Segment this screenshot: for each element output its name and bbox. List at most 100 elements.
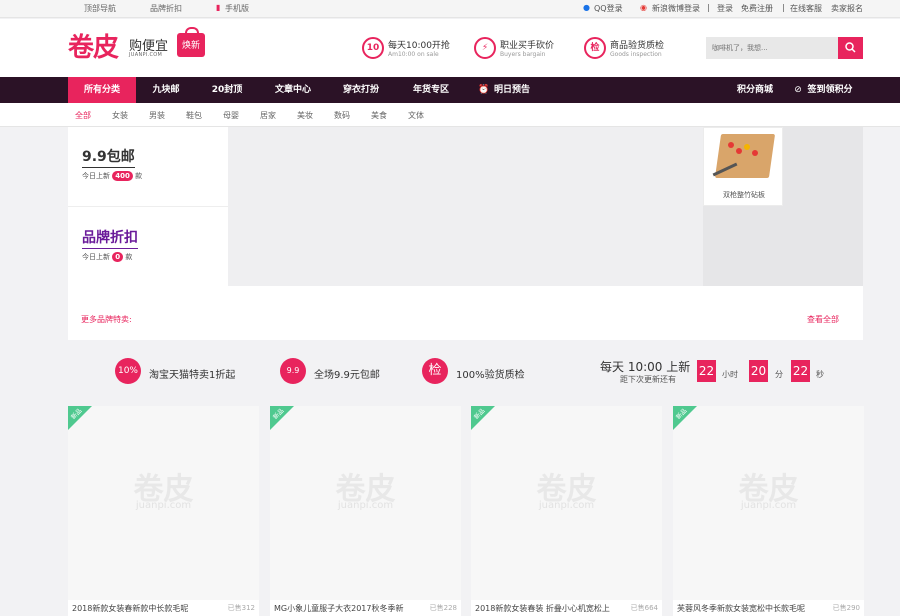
countdown-hours: 22 xyxy=(697,360,716,382)
brand-title: 品牌折扣 xyxy=(82,227,138,249)
inspection-icon: 检 xyxy=(422,358,448,384)
watermark-url: juanpi.com xyxy=(135,500,192,511)
brand-banner-area xyxy=(228,127,703,286)
subnav-item-shoes-bags[interactable]: 鞋包 xyxy=(186,110,202,121)
countdown-hours-unit: 小时 xyxy=(722,370,738,379)
nav-points-mall[interactable]: 积分商城 xyxy=(730,77,780,103)
top-bar: 顶部导航 品牌折扣 ▮ 手机版 ● QQ登录 ◉ 新浪微博登录 | 登录 免费注… xyxy=(0,0,900,18)
product-card[interactable]: 卷皮 juanpi.com 新品 芙蓉风冬季新款女装宽松中长款毛呢 已售290 xyxy=(673,406,864,616)
subnav-item-baby[interactable]: 母婴 xyxy=(223,110,239,121)
brand-side-panel xyxy=(783,127,863,286)
logo[interactable]: 卷皮 xyxy=(68,27,119,64)
lemon-shape xyxy=(744,144,750,150)
brand-title: 9.9包邮 xyxy=(82,146,135,168)
view-all-link[interactable]: 查看全部 xyxy=(807,314,839,325)
nav-cap-20[interactable]: 20封顶 xyxy=(200,77,254,103)
brand-more-row: 更多品牌特卖: 查看全部 xyxy=(68,286,863,340)
brand-block-discount[interactable]: 品牌折扣 今日上新 0 款 xyxy=(68,206,228,286)
nav-articles[interactable]: 文章中心 xyxy=(262,77,324,103)
countdown-subtitle: 距下次更新还有 xyxy=(620,375,676,384)
brand-product-item[interactable]: 双枪整竹砧板 xyxy=(703,127,783,206)
brand-item-caption: 双枪整竹砧板 xyxy=(723,191,765,199)
tomato-shape xyxy=(728,142,734,148)
product-title[interactable]: MG小象儿童服子大衣2017秋冬季新 xyxy=(274,603,424,614)
feature-subtitle: Am10:00 on sale xyxy=(388,51,439,58)
alarm-icon: ⏰ xyxy=(478,85,490,95)
qq-login-link[interactable]: QQ登录 xyxy=(594,3,623,14)
more-brands-link[interactable]: 更多品牌特卖: xyxy=(81,314,132,325)
countdown-minutes: 20 xyxy=(749,360,768,382)
feature-title: 商品验货质检 xyxy=(610,41,665,51)
product-title[interactable]: 2018新款女装春新款中长款毛呢 xyxy=(72,603,222,614)
product-title[interactable]: 2018新款女装春装 折叠小心机宽松上 xyxy=(475,603,625,614)
qq-icon: ● xyxy=(583,3,590,12)
header: 卷皮 购便宜 JUANPI.COM 焕新 10 每天10:00开抢 Am10:0… xyxy=(0,19,900,77)
category-subnav: 全部 女装 男装 鞋包 母婴 居家 美妆 数码 美食 文体 xyxy=(0,103,900,127)
search-input[interactable] xyxy=(706,37,838,59)
countdown-minutes-unit: 分 xyxy=(775,370,783,379)
lightning-icon: ⚡ xyxy=(474,37,496,59)
weibo-login-link[interactable]: 新浪微博登录 xyxy=(652,3,700,14)
logo-badge: 焕新 xyxy=(177,27,205,57)
product-card[interactable]: 卷皮 juanpi.com 新品 2018新款女装春装 折叠小心机宽松上 已售6… xyxy=(471,406,662,616)
brand-side-panel xyxy=(703,206,783,286)
promise-text: 100%验货质检 xyxy=(456,370,525,381)
nav-new-year[interactable]: 年货专区 xyxy=(400,77,462,103)
countdown-title: 每天 10:00 上新 xyxy=(600,360,691,374)
phone-icon: ▮ xyxy=(216,3,221,12)
main-nav: 所有分类 九块邮 20封顶 文章中心 穿衣打扮 年货专区 ⏰ 明日预告 积分商城… xyxy=(0,77,900,103)
product-card[interactable]: 卷皮 juanpi.com 新品 2018新款女装春新款中长款毛呢 已售312 xyxy=(68,406,259,616)
countdown-seconds: 22 xyxy=(791,360,810,382)
service-link[interactable]: 在线客服 xyxy=(790,3,822,14)
search-icon xyxy=(845,42,856,53)
nav-fashion[interactable]: 穿衣打扮 xyxy=(330,77,392,103)
nav-all-categories[interactable]: 所有分类 xyxy=(68,77,136,103)
top-nav-link[interactable]: 顶部导航 xyxy=(84,3,116,14)
search-button[interactable] xyxy=(838,37,863,59)
product-sold-count: 已售664 xyxy=(630,604,658,612)
product-title[interactable]: 芙蓉风冬季新款女装宽松中长款毛呢 xyxy=(677,603,827,614)
promise-text: 全场9.9元包邮 xyxy=(314,370,380,381)
tomato-shape xyxy=(736,148,742,154)
subnav-item-food[interactable]: 美食 xyxy=(371,110,387,121)
logo-url: JUANPI.COM xyxy=(129,52,163,58)
subnav-item-men[interactable]: 男装 xyxy=(149,110,165,121)
feature-subtitle: Buyers bargain xyxy=(500,51,546,58)
price-tag-icon: 9.9 xyxy=(280,358,306,384)
feature-subtitle: Goods inspection xyxy=(610,51,662,58)
check-seal-icon: 检 xyxy=(584,37,606,59)
product-sold-count: 已售228 xyxy=(429,604,457,612)
count-badge: 400 xyxy=(112,171,133,181)
subnav-item-digital[interactable]: 数码 xyxy=(334,110,350,121)
nav-tomorrow-preview[interactable]: 明日预告 xyxy=(490,77,534,103)
watermark-url: juanpi.com xyxy=(538,500,595,511)
tomato-shape xyxy=(752,150,758,156)
divider: | xyxy=(707,3,710,12)
clock-icon: 10 xyxy=(362,37,384,59)
subnav-item-women[interactable]: 女装 xyxy=(112,110,128,121)
countdown-seconds-unit: 秒 xyxy=(816,370,824,379)
promise-text: 淘宝天猫特卖1折起 xyxy=(149,370,236,381)
mobile-link[interactable]: 手机版 xyxy=(225,3,249,14)
divider: | xyxy=(782,3,785,12)
watermark-url: juanpi.com xyxy=(337,500,394,511)
brand-discount-link[interactable]: 品牌折扣 xyxy=(150,3,182,14)
watermark-url: juanpi.com xyxy=(740,500,797,511)
subnav-item-stationery[interactable]: 文体 xyxy=(408,110,424,121)
brand-block-9yuan[interactable]: 9.9包邮 今日上新 400 款 xyxy=(68,127,228,206)
subnav-item-all[interactable]: 全部 xyxy=(75,110,91,121)
nav-checkin[interactable]: 签到领积分 xyxy=(804,77,856,103)
product-card[interactable]: 卷皮 juanpi.com 新品 MG小象儿童服子大衣2017秋冬季新 已售22… xyxy=(270,406,461,616)
product-sold-count: 已售312 xyxy=(227,604,255,612)
feature-title: 职业买手砍价 xyxy=(500,41,555,51)
seller-signup-link[interactable]: 卖家报名 xyxy=(831,3,863,14)
discount-icon: 10% xyxy=(115,358,141,384)
register-link[interactable]: 免费注册 xyxy=(741,3,773,14)
nav-nine-yuan[interactable]: 九块邮 xyxy=(140,77,192,103)
login-link[interactable]: 登录 xyxy=(717,3,733,14)
subnav-item-home[interactable]: 居家 xyxy=(260,110,276,121)
new-count: 今日上新 400 款 xyxy=(82,171,143,181)
subnav-item-beauty[interactable]: 美妆 xyxy=(297,110,313,121)
feature-title: 每天10:00开抢 xyxy=(388,41,450,51)
weibo-icon: ◉ xyxy=(640,3,647,12)
